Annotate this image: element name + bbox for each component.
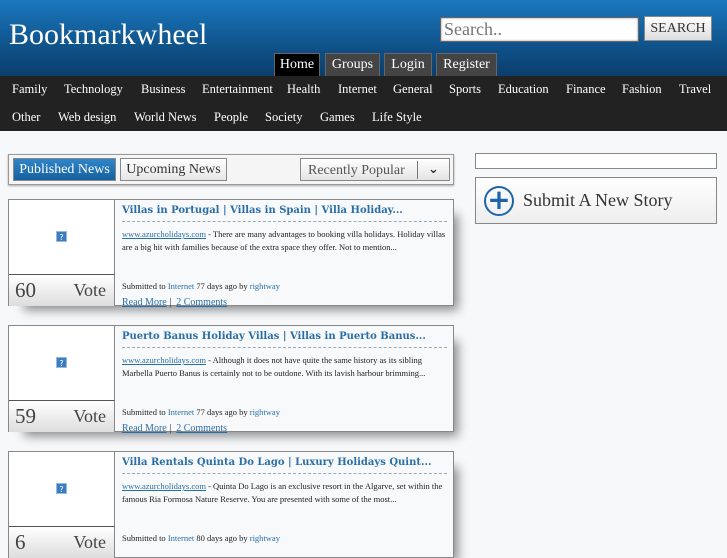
sort-select-value: Recently Popular: [308, 163, 405, 178]
nav-home[interactable]: Home: [274, 53, 320, 76]
story-card: ? 59 Vote Puerto Banus Holiday Villas | V…: [8, 325, 454, 434]
broken-image-icon: ?: [56, 357, 67, 368]
story-meta: Submitted to Internet 80 days ago by rig…: [122, 533, 447, 543]
story-domain-link[interactable]: www.azurcholidays.com: [122, 481, 206, 491]
search-button[interactable]: SEARCH: [644, 16, 712, 41]
category-life-style[interactable]: Life Style: [372, 110, 422, 125]
category-family[interactable]: Family: [12, 82, 47, 97]
category-education[interactable]: Education: [498, 82, 549, 97]
user-link[interactable]: rightway: [250, 281, 280, 291]
sort-select[interactable]: Recently Popular ⌄: [300, 158, 450, 181]
category-fashion[interactable]: Fashion: [622, 82, 662, 97]
category-society[interactable]: Society: [265, 110, 303, 125]
read-more-link[interactable]: Read More: [122, 423, 167, 434]
story-meta: Submitted to Internet 77 days ago by rig…: [122, 407, 447, 417]
broken-image-icon: ?: [56, 231, 67, 242]
category-people[interactable]: People: [214, 110, 248, 125]
vote-button[interactable]: Vote: [73, 280, 106, 301]
header: Bookmarkwheel SEARCH Home Groups Login R…: [0, 0, 727, 76]
sidebar-box: [475, 153, 717, 169]
story-card: ? 6 Vote Villa Rentals Quinta Do Lago | L…: [8, 451, 454, 558]
category-business[interactable]: Business: [141, 82, 185, 97]
story-domain-link[interactable]: www.azurcholidays.com: [122, 229, 206, 239]
category-general[interactable]: General: [393, 82, 433, 97]
chevron-down-icon: ⌄: [417, 161, 449, 179]
story-age: 80 days ago by: [194, 533, 250, 543]
vote-button[interactable]: Vote: [73, 532, 106, 553]
story-title[interactable]: Puerto Banus Holiday Villas | Villas in …: [122, 331, 447, 348]
category-sports[interactable]: Sports: [449, 82, 481, 97]
story-thumbnail[interactable]: ?: [9, 452, 115, 527]
category-health[interactable]: Health: [287, 82, 320, 97]
tab-published-news[interactable]: Published News: [13, 158, 116, 181]
vote-box[interactable]: 60 Vote: [9, 275, 115, 306]
story-age: 77 days ago by: [194, 281, 250, 291]
vote-box[interactable]: 59 Vote: [9, 401, 115, 432]
broken-image-icon: ?: [56, 483, 67, 494]
story-description: www.azurcholidays.com - Quinta Do Lago i…: [122, 480, 447, 520]
category-nav: Family Technology Business Entertainment…: [0, 76, 727, 131]
story-title[interactable]: Villas in Portugal | Villas in Spain | V…: [122, 205, 447, 222]
category-link[interactable]: Internet: [168, 407, 194, 417]
category-other[interactable]: Other: [12, 110, 40, 125]
comments-link[interactable]: 2 Comments: [176, 297, 227, 308]
story-domain-link[interactable]: www.azurcholidays.com: [122, 355, 206, 365]
story-title[interactable]: Villa Rentals Quinta Do Lago | Luxury Ho…: [122, 457, 447, 474]
category-entertainment[interactable]: Entertainment: [202, 82, 273, 97]
submit-story-label: Submit A New Story: [523, 190, 673, 210]
category-web-design[interactable]: Web design: [58, 110, 116, 125]
category-link[interactable]: Internet: [168, 533, 194, 543]
separator: |: [169, 297, 172, 308]
user-link[interactable]: rightway: [250, 533, 280, 543]
vote-count: 60: [15, 278, 36, 302]
submitted-label: Submitted to: [122, 407, 168, 417]
separator: |: [169, 423, 172, 434]
category-technology[interactable]: Technology: [64, 82, 123, 97]
category-internet[interactable]: Internet: [338, 82, 377, 97]
vote-count: 59: [15, 404, 36, 428]
story-thumbnail[interactable]: ?: [9, 200, 115, 275]
plus-icon: +: [484, 186, 514, 216]
category-world-news[interactable]: World News: [134, 110, 197, 125]
read-more-link[interactable]: Read More: [122, 297, 167, 308]
submitted-label: Submitted to: [122, 281, 168, 291]
story-card: ? 60 Vote Villas in Portugal | Villas in …: [8, 199, 454, 308]
story-description: www.azurcholidays.com - There are many a…: [122, 228, 447, 268]
category-finance[interactable]: Finance: [566, 82, 606, 97]
search-input[interactable]: [440, 17, 639, 42]
submit-story-button[interactable]: + Submit A New Story: [475, 177, 717, 224]
nav-groups[interactable]: Groups: [325, 53, 380, 76]
category-games[interactable]: Games: [320, 110, 355, 125]
news-tabs: Published News Upcoming News Recently Po…: [8, 154, 454, 185]
submitted-label: Submitted to: [122, 533, 168, 543]
category-link[interactable]: Internet: [168, 281, 194, 291]
story-description: www.azurcholidays.com - Although it does…: [122, 354, 447, 394]
vote-box[interactable]: 6 Vote: [9, 527, 115, 558]
story-thumbnail[interactable]: ?: [9, 326, 115, 401]
nav-login[interactable]: Login: [384, 53, 432, 76]
vote-count: 6: [15, 530, 26, 554]
vote-button[interactable]: Vote: [73, 406, 106, 427]
story-age: 77 days ago by: [194, 407, 250, 417]
tab-upcoming-news[interactable]: Upcoming News: [120, 158, 227, 181]
user-link[interactable]: rightway: [250, 407, 280, 417]
category-travel[interactable]: Travel: [679, 82, 711, 97]
comments-link[interactable]: 2 Comments: [176, 423, 227, 434]
site-logo[interactable]: Bookmarkwheel: [9, 18, 207, 52]
story-meta: Submitted to Internet 77 days ago by rig…: [122, 281, 447, 291]
nav-register[interactable]: Register: [436, 53, 497, 76]
